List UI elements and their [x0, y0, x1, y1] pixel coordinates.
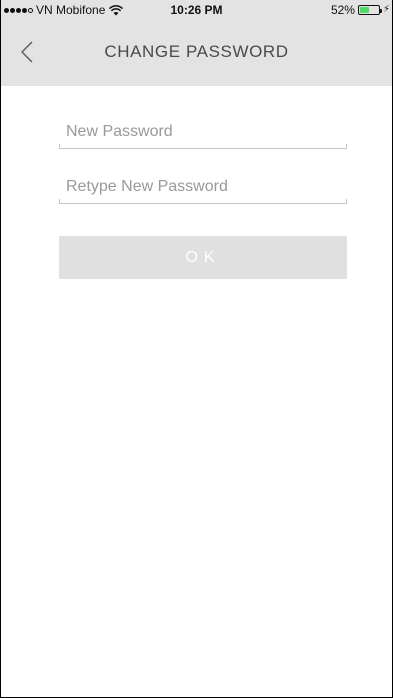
status-bar: VN Mobifone 10:26 PM 52% ⚡: [1, 0, 392, 20]
charging-bolt-icon: ⚡: [382, 4, 390, 15]
battery-percent: 52%: [330, 3, 355, 17]
battery-tip: [379, 9, 382, 13]
header-area: VN Mobifone 10:26 PM 52% ⚡ CHANGE PASSWO…: [1, 0, 392, 86]
battery-fill: [359, 7, 370, 13]
field-underline: [59, 144, 347, 149]
field-underline: [59, 199, 347, 204]
status-right: 52% ⚡: [331, 3, 390, 17]
ok-button[interactable]: OK: [59, 236, 347, 279]
page-title: CHANGE PASSWORD: [104, 42, 289, 61]
new-password-field: [59, 115, 347, 149]
retype-password-field: [59, 170, 347, 204]
change-password-screen: VN Mobifone 10:26 PM 52% ⚡ CHANGE PASSWO…: [0, 0, 393, 698]
navigation-bar: CHANGE PASSWORD: [1, 20, 392, 86]
battery-icon: [357, 5, 382, 15]
